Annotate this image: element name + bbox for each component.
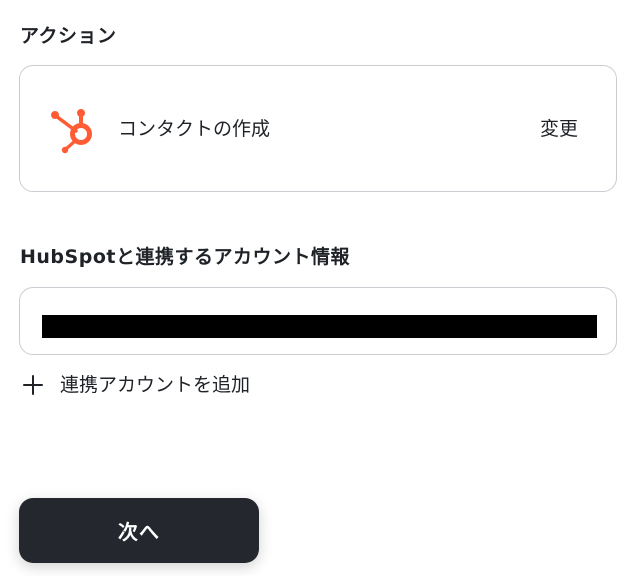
- plus-icon: [22, 374, 44, 396]
- redacted-account-value: [42, 315, 597, 338]
- action-card: コンタクトの作成 変更: [19, 65, 617, 192]
- add-account-label: 連携アカウントを追加: [60, 374, 251, 396]
- next-button[interactable]: 次へ: [19, 498, 259, 563]
- action-section-title: アクション: [20, 25, 117, 47]
- account-section-title: HubSpotと連携するアカウント情報: [20, 246, 350, 268]
- action-label: コンタクトの作成: [118, 118, 271, 140]
- hubspot-icon: [50, 106, 98, 154]
- change-action-button[interactable]: 変更: [540, 117, 578, 141]
- account-select-field[interactable]: [19, 287, 617, 355]
- add-account-button[interactable]: 連携アカウントを追加: [22, 372, 250, 398]
